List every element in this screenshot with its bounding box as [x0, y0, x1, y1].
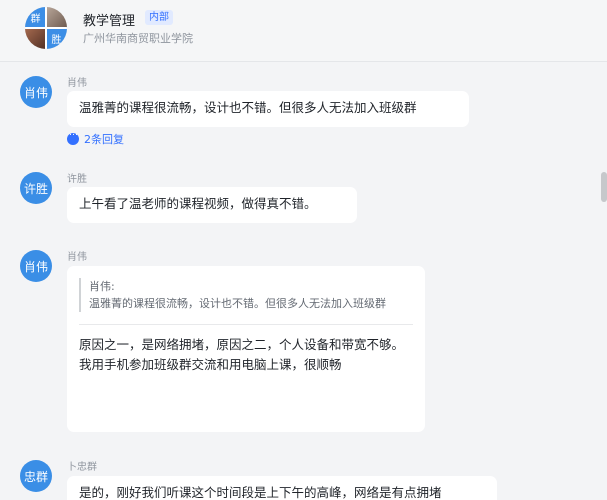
organization-name: 广州华南商贸职业学院 [83, 32, 193, 45]
group-avatar-quadrant: 胜 [46, 28, 67, 49]
message-bubble[interactable]: 温雅菁的课程很流畅，设计也不错。但很多人无法加入班级群 [67, 91, 469, 127]
group-avatar-quadrant [46, 7, 67, 28]
group-avatar-quadrant [25, 28, 46, 49]
chat-header: 群 胜 教学管理 内部 广州华南商贸职业学院 [0, 0, 607, 62]
scrollbar[interactable] [601, 172, 607, 202]
reply-icon [67, 128, 79, 145]
reply-count: 2条回复 [84, 133, 124, 146]
sender-name: 卜忠群 [67, 462, 97, 473]
avatar[interactable]: 肖伟 [20, 76, 52, 108]
message-bubble[interactable]: 上午看了温老师的课程视频，做得真不错。 [67, 187, 357, 223]
message-bubble[interactable]: 是的，刚好我们听课这个时间段是上下午的高峰，网络是有点拥堵 [67, 476, 497, 500]
message-text: 原因之一，是网络拥堵，原因之二，个人设备和带宽不够。我用手机参加班级群交流和用电… [79, 337, 405, 372]
thread-reply-link[interactable]: 2条回复 [67, 128, 124, 147]
avatar[interactable]: 忠群 [20, 460, 52, 492]
avatar-divider [25, 27, 67, 29]
group-title[interactable]: 教学管理 [83, 10, 135, 29]
quote-author: 肖伟: [89, 280, 115, 293]
quote-text: 温雅菁的课程很流畅，设计也不错。但很多人无法加入班级群 [89, 297, 386, 310]
message-bubble[interactable]: 肖伟: 温雅菁的课程很流畅，设计也不错。但很多人无法加入班级群 原因之一，是网络… [67, 266, 425, 432]
sender-name: 肖伟 [67, 78, 87, 89]
avatar[interactable]: 肖伟 [20, 250, 52, 282]
sender-name: 许胜 [67, 174, 87, 185]
sender-name: 肖伟 [67, 252, 87, 263]
internal-badge: 内部 [145, 10, 173, 25]
group-avatar-quadrant: 群 [25, 7, 46, 28]
quote-divider [79, 324, 413, 325]
group-avatar[interactable]: 群 胜 [25, 7, 67, 49]
quoted-message[interactable]: 肖伟: 温雅菁的课程很流畅，设计也不错。但很多人无法加入班级群 [79, 278, 413, 312]
avatar[interactable]: 许胜 [20, 172, 52, 204]
